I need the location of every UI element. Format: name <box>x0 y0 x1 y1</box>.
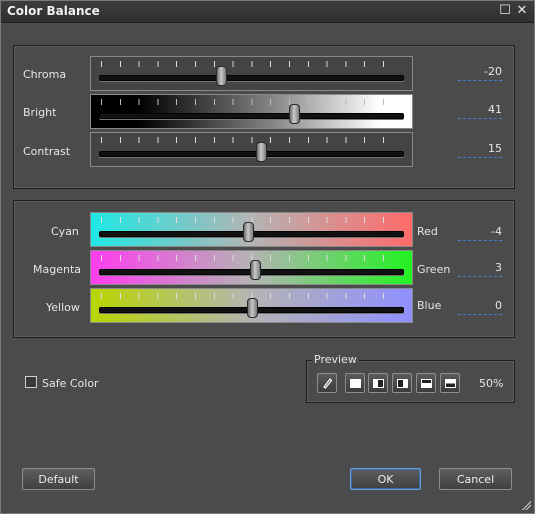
magenta-green-value[interactable]: 3 <box>458 261 502 277</box>
yellow-blue-thumb[interactable] <box>246 298 258 318</box>
contrast-track <box>99 151 404 157</box>
ok-button[interactable]: OK <box>350 468 421 490</box>
contrast-label: Contrast <box>23 145 71 158</box>
chroma-slider[interactable] <box>90 56 413 91</box>
cancel-button[interactable]: Cancel <box>439 468 512 490</box>
preview-split-top-button[interactable] <box>440 373 460 393</box>
resize-grip[interactable] <box>521 500 531 510</box>
preview-split-right-icon <box>397 379 408 388</box>
magenta-label: Magenta <box>33 263 82 276</box>
cyan-red-value[interactable]: -4 <box>458 225 502 241</box>
magenta-green-thumb[interactable] <box>249 260 261 280</box>
chroma-label: Chroma <box>23 68 67 81</box>
chroma-track <box>99 75 404 81</box>
bright-track <box>99 113 404 119</box>
yellow-label: Yellow <box>46 301 80 314</box>
cyan-label: Cyan <box>51 225 79 238</box>
safe-color-label[interactable]: Safe Color <box>42 377 99 390</box>
preview-split-top-icon <box>445 379 456 388</box>
close-icon[interactable]: ✕ <box>515 4 529 18</box>
preview-full-icon <box>350 379 361 388</box>
maximize-icon[interactable]: ☐ <box>498 4 512 18</box>
yellow-blue-slider[interactable] <box>90 288 413 323</box>
bright-ticks <box>101 99 402 105</box>
bright-value[interactable]: 41 <box>458 103 502 119</box>
cyan-red-thumb[interactable] <box>243 222 255 242</box>
default-button[interactable]: Default <box>22 468 95 490</box>
preview-split-bottom-button[interactable] <box>416 373 436 393</box>
contrast-value[interactable]: 15 <box>458 142 502 158</box>
preview-split-right-button[interactable] <box>392 373 412 393</box>
safe-color-checkbox[interactable] <box>25 376 37 388</box>
bright-thumb[interactable] <box>289 104 301 124</box>
title-bar[interactable]: Color Balance ☐ ✕ <box>1 1 534 23</box>
yellow-blue-value[interactable]: 0 <box>458 299 502 315</box>
preview-zoom: 50% <box>479 377 504 390</box>
preview-label: Preview <box>312 353 359 366</box>
preview-split-left-button[interactable] <box>368 373 388 393</box>
preview-split-left-icon <box>373 379 384 388</box>
contrast-slider[interactable] <box>90 132 413 167</box>
eyedropper-icon <box>323 378 333 389</box>
contrast-thumb[interactable] <box>255 142 267 162</box>
contrast-ticks <box>101 137 402 143</box>
magenta-green-slider[interactable] <box>90 250 413 285</box>
chroma-ticks <box>101 61 402 67</box>
chroma-value[interactable]: -20 <box>458 65 502 81</box>
color-balance-dialog: Color Balance ☐ ✕ Chroma -20 Bright 41 C… <box>0 0 535 514</box>
dialog-title: Color Balance <box>7 4 100 18</box>
preview-split-bottom-icon <box>421 379 432 388</box>
bright-slider[interactable] <box>90 94 413 129</box>
green-label: Green <box>417 263 451 276</box>
red-label: Red <box>417 225 438 238</box>
chroma-thumb[interactable] <box>216 66 227 86</box>
blue-label: Blue <box>417 299 442 312</box>
bright-label: Bright <box>23 106 57 119</box>
eyedropper-button[interactable] <box>317 373 337 393</box>
cyan-red-slider[interactable] <box>90 212 413 247</box>
preview-full-button[interactable] <box>345 373 365 393</box>
